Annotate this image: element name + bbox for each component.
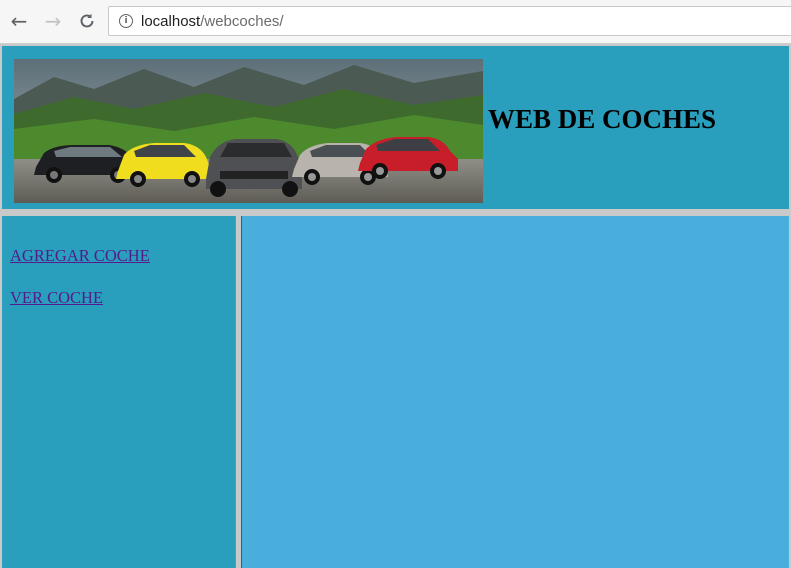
content-frame: [242, 216, 789, 568]
url-host: localhost: [141, 12, 201, 30]
url-text[interactable]: localhost/webcoches/: [141, 13, 284, 30]
browser-toolbar: ← → i localhost/webcoches/: [0, 0, 791, 44]
header-frame: WEB DE COCHES: [2, 46, 789, 209]
address-bar[interactable]: i localhost/webcoches/: [108, 6, 791, 36]
view-car-link[interactable]: VER COCHE: [10, 288, 103, 308]
page-frameset: WEB DE COCHES AGREGAR COCHE VER COCHE: [0, 44, 791, 568]
reload-glyph: [80, 13, 94, 28]
page-title: WEB DE COCHES: [488, 104, 717, 134]
frame-divider[interactable]: [235, 216, 242, 568]
back-arrow-icon[interactable]: ←: [8, 9, 30, 33]
cars-banner-svg: [14, 59, 483, 203]
menu-frame: AGREGAR COCHE VER COCHE: [2, 216, 235, 568]
cars-banner-image: [14, 59, 483, 203]
reload-icon[interactable]: [76, 9, 98, 33]
add-car-link[interactable]: AGREGAR COCHE: [10, 246, 150, 266]
info-icon[interactable]: i: [119, 14, 133, 28]
forward-arrow-icon[interactable]: →: [42, 9, 64, 33]
url-path: /webcoches/: [200, 12, 284, 30]
